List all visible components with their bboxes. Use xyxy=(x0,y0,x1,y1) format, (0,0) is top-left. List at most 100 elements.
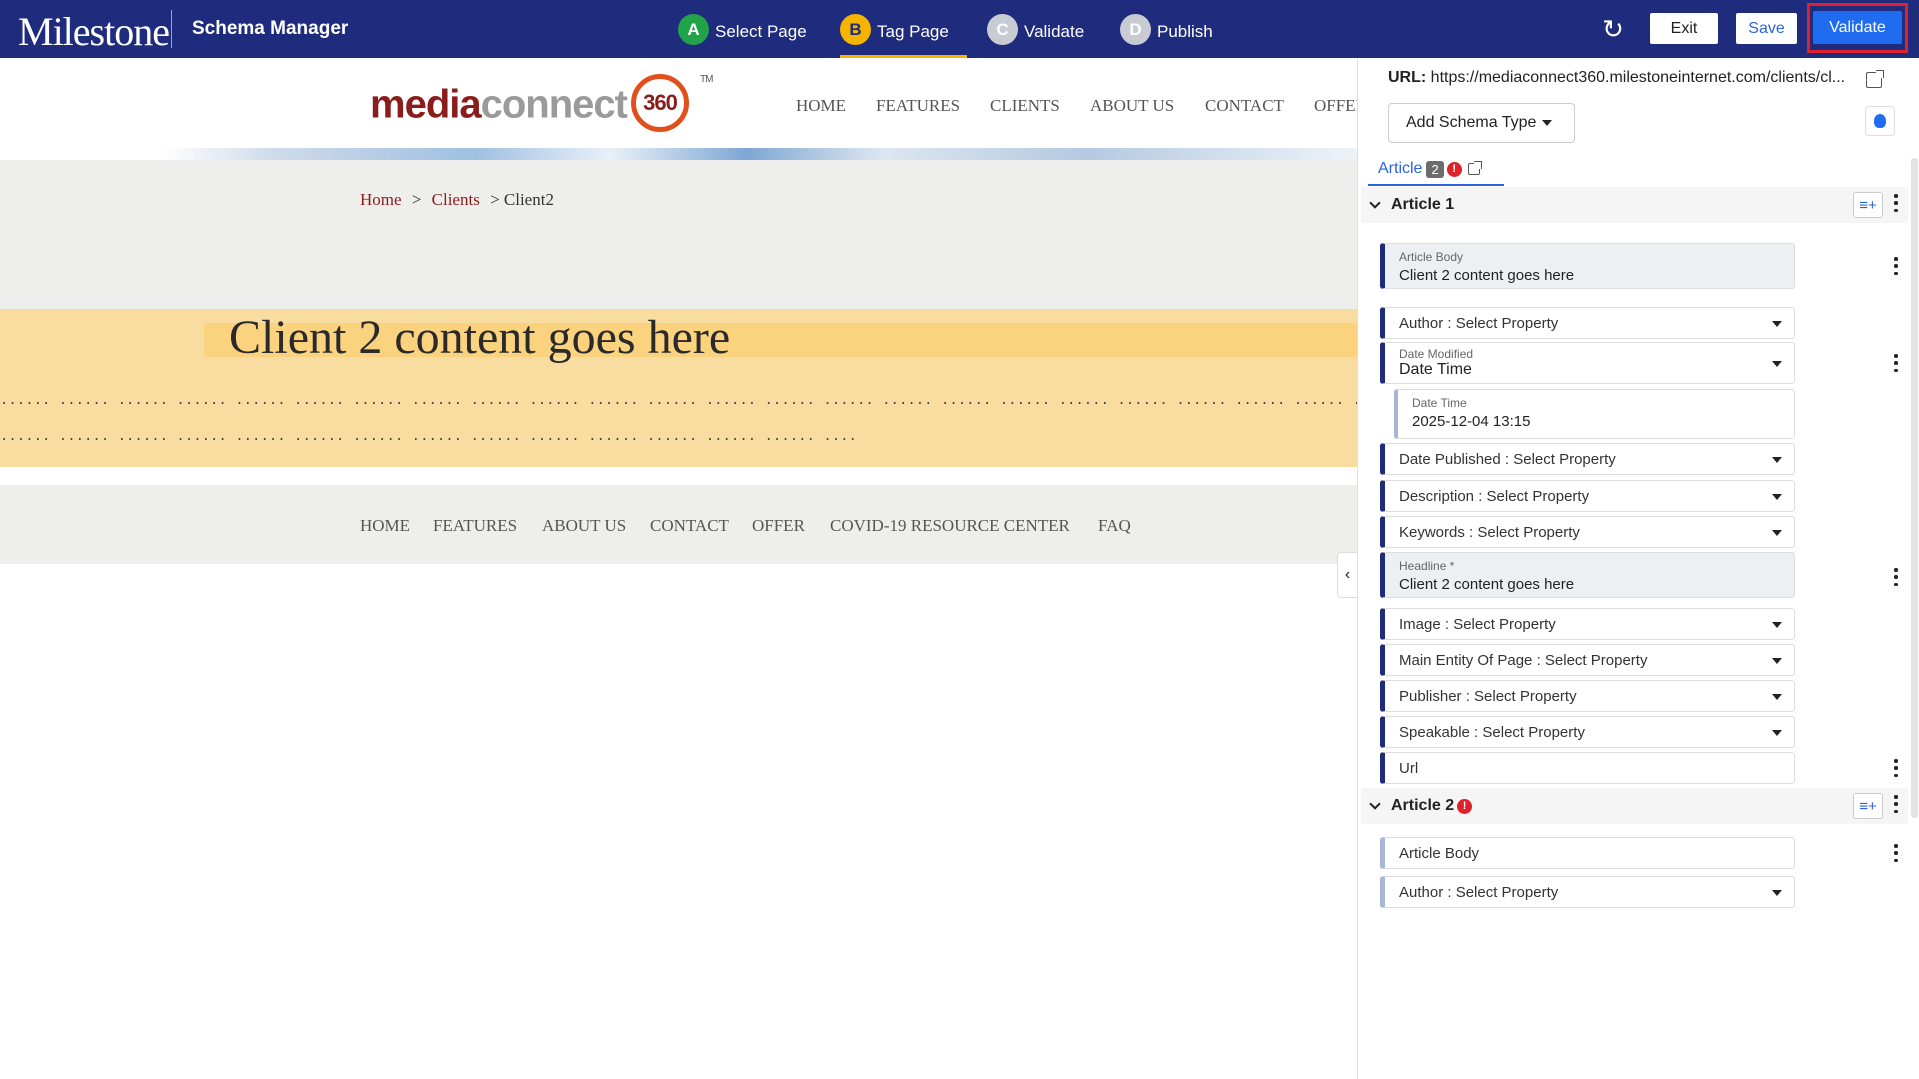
speakable-select[interactable]: Speakable : Select Property xyxy=(1380,716,1795,748)
external-link-icon[interactable] xyxy=(1866,70,1884,88)
publisher-label: Publisher : Select Property xyxy=(1399,687,1577,705)
article-2-body-menu-icon[interactable] xyxy=(1893,844,1899,862)
logo-divider xyxy=(171,10,172,48)
dropdown-arrow-icon xyxy=(1772,658,1782,664)
description-select[interactable]: Description : Select Property xyxy=(1380,480,1795,512)
image-select[interactable]: Image : Select Property xyxy=(1380,608,1795,640)
dots-line-1: ...... ...... ...... ...... ...... .....… xyxy=(0,393,1357,409)
schema-panel: URL: https://mediaconnect360.milestonein… xyxy=(1357,58,1919,1079)
hero-title: Client 2 content goes here xyxy=(229,311,731,364)
article-2-author-select[interactable]: Author : Select Property xyxy=(1380,876,1795,908)
author-select[interactable]: Author : Select Property xyxy=(1380,307,1795,339)
url-menu-icon[interactable] xyxy=(1893,759,1899,777)
article-2-body-field[interactable]: Article Body xyxy=(1380,837,1795,869)
dropdown-arrow-icon xyxy=(1772,457,1782,463)
dropdown-arrow-icon xyxy=(1772,890,1782,896)
footer-nav-home[interactable]: HOME xyxy=(360,516,410,536)
step-select-page[interactable]: A Select Page xyxy=(678,14,807,58)
step-b-label: Tag Page xyxy=(877,22,949,41)
article-body-value: Client 2 content goes here xyxy=(1399,267,1575,284)
article-1-menu-icon[interactable] xyxy=(1893,194,1899,212)
date-time-label: Date Time xyxy=(1412,396,1467,410)
footer-nav-offer[interactable]: OFFER xyxy=(752,516,805,536)
validate-button[interactable]: Validate xyxy=(1813,11,1902,44)
tab-external-link-icon[interactable] xyxy=(1467,161,1482,175)
dropdown-arrow-icon xyxy=(1772,494,1782,500)
article-1-header[interactable]: Article 1 xyxy=(1361,187,1908,223)
step-d-badge: D xyxy=(1120,14,1151,45)
main-entity-select[interactable]: Main Entity Of Page : Select Property xyxy=(1380,644,1795,676)
step-tag-page[interactable]: B Tag Page xyxy=(840,14,967,58)
site-nav-home[interactable]: HOME xyxy=(796,96,846,116)
logo-360-ring: 360 xyxy=(630,74,689,132)
error-icon: ! xyxy=(1457,798,1473,814)
keywords-select[interactable]: Keywords : Select Property xyxy=(1380,516,1795,548)
site-nav-contact[interactable]: CONTACT xyxy=(1205,96,1284,116)
lightbulb-icon[interactable] xyxy=(1865,106,1895,136)
collapse-panel-button[interactable]: ‹ xyxy=(1337,552,1357,598)
breadcrumb: Home > Clients > Client2 xyxy=(360,190,554,210)
breadcrumb-sep: > xyxy=(411,190,422,209)
article-2-menu-icon[interactable] xyxy=(1893,795,1899,813)
add-schema-label: Add Schema Type xyxy=(1406,114,1537,131)
publisher-select[interactable]: Publisher : Select Property xyxy=(1380,680,1795,712)
site-nav-offer[interactable]: OFFER xyxy=(1314,96,1357,116)
article-2-header[interactable]: Article 2 ! xyxy=(1361,788,1908,824)
url-label: URL: xyxy=(1388,69,1427,86)
site-nav-clients[interactable]: CLIENTS xyxy=(990,96,1060,116)
date-time-field[interactable]: Date Time 2025-12-04 13:15 xyxy=(1394,389,1795,439)
save-button[interactable]: Save xyxy=(1736,13,1797,44)
step-validate[interactable]: C Validate xyxy=(987,14,1084,58)
step-a-badge: A xyxy=(678,14,709,45)
url-value: https://mediaconnect360.milestoneinterne… xyxy=(1430,69,1846,86)
footer-nav-covid[interactable]: COVID-19 RESOURCE CENTER xyxy=(830,516,1070,536)
tab-article-count: 2 xyxy=(1426,160,1444,178)
article-body-menu-icon[interactable] xyxy=(1893,257,1899,275)
add-property-button[interactable]: ≡+ xyxy=(1853,793,1883,819)
chevron-left-icon: ‹ xyxy=(1344,566,1351,583)
url-row: URL: https://mediaconnect360.milestonein… xyxy=(1388,69,1845,87)
step-d-label: Publish xyxy=(1157,22,1213,41)
footer-nav-faq[interactable]: FAQ xyxy=(1098,516,1131,536)
logo-media-text: media xyxy=(370,82,482,127)
url-field[interactable]: Url xyxy=(1380,752,1795,784)
step-publish[interactable]: D Publish xyxy=(1120,14,1213,58)
headline-menu-icon[interactable] xyxy=(1893,568,1899,586)
article-body-field[interactable]: Article Body Client 2 content goes here xyxy=(1380,243,1795,289)
site-nav-about[interactable]: ABOUT US xyxy=(1090,96,1174,116)
dropdown-arrow-icon xyxy=(1772,321,1782,327)
footer-nav-contact[interactable]: CONTACT xyxy=(650,516,729,536)
breadcrumb-home[interactable]: Home xyxy=(360,190,402,209)
chevron-down-icon xyxy=(1369,798,1381,810)
footer-nav-about[interactable]: ABOUT US xyxy=(542,516,626,536)
url-field-label: Url xyxy=(1399,759,1419,777)
article-2-title: Article 2 xyxy=(1391,797,1455,814)
milestone-logo: Milestone xyxy=(18,9,170,54)
step-a-label: Select Page xyxy=(715,22,807,41)
dropdown-arrow-icon xyxy=(1772,530,1782,536)
panel-scrollbar[interactable] xyxy=(1911,158,1918,818)
date-modified-select[interactable]: Date Modified Date Time xyxy=(1380,342,1795,384)
top-bar: Milestone Schema Manager A Select Page B… xyxy=(0,0,1919,58)
logo-connect-text: connect xyxy=(480,82,628,127)
headline-field[interactable]: Headline * Client 2 content goes here xyxy=(1380,552,1795,598)
tab-underline xyxy=(1368,184,1504,186)
refresh-icon[interactable]: ↻ xyxy=(1599,15,1627,43)
tab-article[interactable]: Article 2 ! xyxy=(1378,154,1482,184)
add-property-button[interactable]: ≡+ xyxy=(1853,192,1883,218)
breadcrumb-clients[interactable]: Clients xyxy=(432,190,480,209)
date-modified-menu-icon[interactable] xyxy=(1893,354,1899,372)
author-label: Author : Select Property xyxy=(1399,314,1559,332)
date-modified-label: Date Modified xyxy=(1399,347,1474,361)
description-label: Description : Select Property xyxy=(1399,487,1590,505)
speakable-label: Speakable : Select Property xyxy=(1399,723,1585,741)
article-2-author-label: Author : Select Property xyxy=(1399,883,1559,901)
article-2-body-label: Article Body xyxy=(1399,844,1480,862)
exit-button[interactable]: Exit xyxy=(1650,13,1718,44)
date-published-select[interactable]: Date Published : Select Property xyxy=(1380,443,1795,475)
site-nav-features[interactable]: FEATURES xyxy=(876,96,960,116)
footer-nav-features[interactable]: FEATURES xyxy=(433,516,517,536)
add-schema-type-dropdown[interactable]: Add Schema Type xyxy=(1388,103,1575,143)
breadcrumb-band xyxy=(0,160,1357,309)
dropdown-arrow-icon xyxy=(1772,694,1782,700)
